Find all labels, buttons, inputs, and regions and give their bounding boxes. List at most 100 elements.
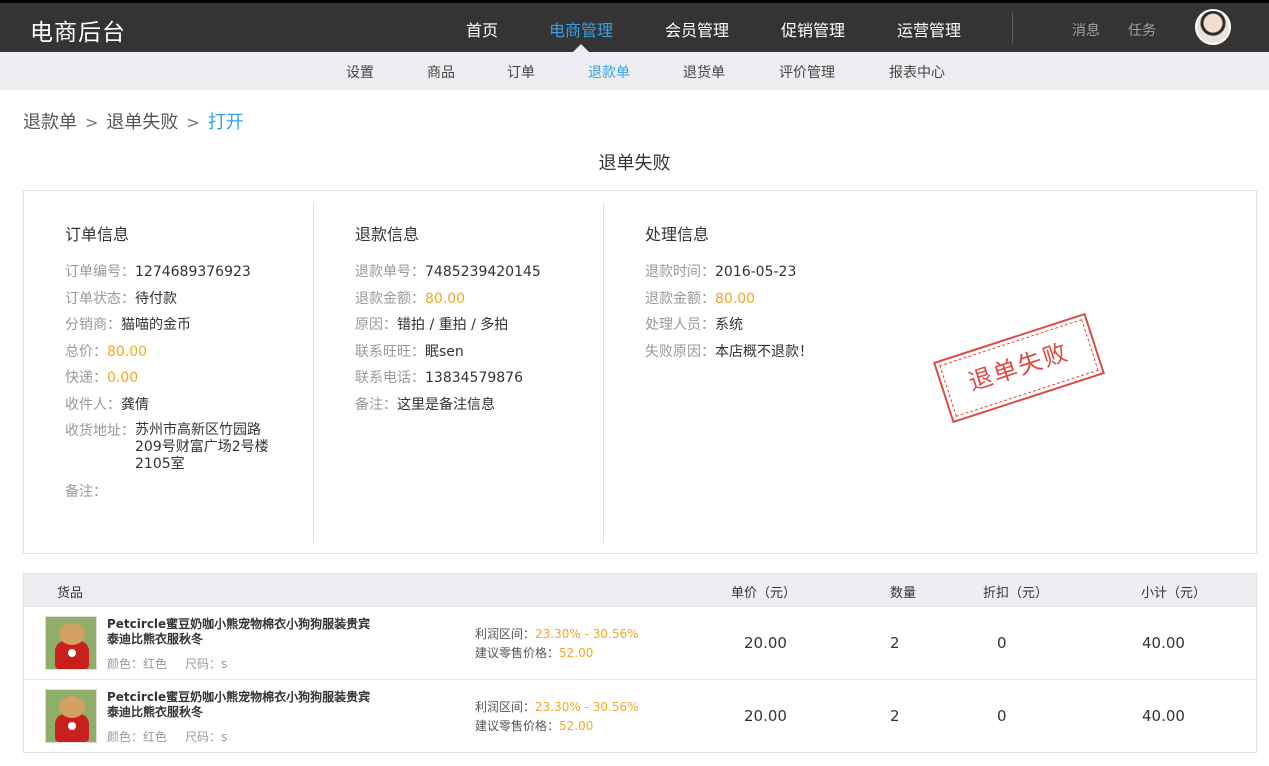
field-label: 备注： bbox=[355, 396, 397, 413]
info-field: 退款金额： 80.00 bbox=[355, 290, 541, 308]
product-size: 尺码：s bbox=[185, 730, 228, 744]
profit-label: 利润区间： bbox=[475, 627, 536, 641]
header-divider bbox=[1012, 12, 1013, 44]
messages-link[interactable]: 消息 bbox=[1072, 20, 1100, 40]
info-field: 退款金额： 80.00 bbox=[645, 290, 813, 308]
nav-item-operations[interactable]: 运营管理 bbox=[897, 17, 961, 41]
order-info-section: 订单信息 订单编号： 1274689376923 订单状态： 待付款 分销商： 猫喵的金币… bbox=[65, 221, 285, 510]
profit-value: 23.30% - 30.56% bbox=[535, 700, 639, 714]
refund-failed-stamp: 退单失败 bbox=[933, 312, 1105, 424]
header-goods: 货品 bbox=[57, 586, 84, 601]
top-bar: 电商后台 首页 电商管理 会员管理 促销管理 运营管理 消息 任务 bbox=[0, 0, 1269, 52]
breadcrumb-item-refund-failed[interactable]: 退单失败 bbox=[106, 112, 178, 133]
active-nav-caret-icon bbox=[573, 44, 589, 52]
order-info-title: 订单信息 bbox=[65, 225, 130, 244]
tasks-link[interactable]: 任务 bbox=[1128, 20, 1156, 40]
nav-item-promotions[interactable]: 促销管理 bbox=[781, 17, 845, 41]
nav-item-members[interactable]: 会员管理 bbox=[665, 17, 729, 41]
product-attributes: 颜色：红色 尺码：s bbox=[107, 655, 227, 672]
field-label: 退款金额： bbox=[645, 290, 715, 307]
profit-value: 23.30% - 30.56% bbox=[535, 627, 639, 641]
table-body: Petcircle蜜豆奶咖小熊宠物棉衣小狗狗服装贵宾泰迪比熊衣服秋冬 颜色：红色尺… bbox=[24, 606, 1256, 752]
dog-body-shape bbox=[55, 714, 89, 742]
refund-info-fields: 退款单号： 7485239420145 退款金额： 80.00 原因： 错拍 / 重拍 /… bbox=[355, 263, 541, 414]
dog-body-shape bbox=[55, 641, 89, 669]
subtotal-cell: 40.00 bbox=[1142, 634, 1185, 652]
discount-cell: 0 bbox=[997, 634, 1007, 652]
info-field: 总价： 80.00 bbox=[65, 343, 285, 361]
field-value: 7485239420145 bbox=[425, 264, 541, 280]
field-label: 收货地址： bbox=[65, 423, 135, 439]
field-label: 失败原因： bbox=[645, 343, 715, 360]
subnav-item-returns[interactable]: 退货单 bbox=[683, 62, 725, 82]
field-value: 本店概不退款！ bbox=[715, 343, 813, 360]
subnav-item-reports[interactable]: 报表中心 bbox=[889, 62, 945, 82]
column-divider bbox=[313, 203, 314, 543]
subnav-item-reviews[interactable]: 评价管理 bbox=[779, 62, 835, 82]
header-unit-price: 单价（元） bbox=[731, 586, 797, 601]
process-info-section: 处理信息 退款时间： 2016-05-23 退款金额： 80.00 处理人员： 系统 失败原… bbox=[645, 221, 813, 369]
field-label: 分销商： bbox=[65, 317, 121, 333]
info-field: 收件人： 龚倩 bbox=[65, 396, 285, 414]
table-header: 货品 单价（元） 数量 折扣（元） 小计（元） bbox=[24, 574, 1256, 606]
order-remark-field: 备注： bbox=[65, 483, 285, 501]
app-logo[interactable]: 电商后台 bbox=[30, 13, 126, 47]
field-value: 苏州市高新区竹园路209号财富广场2号楼2105室 bbox=[135, 422, 269, 472]
nav-item-home[interactable]: 首页 bbox=[466, 17, 498, 41]
field-label: 收件人： bbox=[65, 396, 121, 413]
field-value: 2016-05-23 bbox=[715, 264, 797, 280]
field-value: 80.00 bbox=[715, 290, 756, 307]
dog-head-shape bbox=[59, 696, 85, 718]
info-field: 退款单号： 7485239420145 bbox=[355, 263, 541, 281]
field-label: 订单状态： bbox=[65, 290, 135, 307]
user-avatar[interactable] bbox=[1195, 9, 1231, 45]
field-value: 错拍 / 重拍 / 多拍 bbox=[397, 317, 509, 333]
nav-item-ecommerce[interactable]: 电商管理 bbox=[549, 17, 613, 41]
table-row: Petcircle蜜豆奶咖小熊宠物棉衣小狗狗服装贵宾泰迪比熊衣服秋冬颜色：红色 尺… bbox=[24, 679, 1256, 752]
info-field: 订单状态： 待付款 bbox=[65, 290, 285, 308]
subtotal-cell: 40.00 bbox=[1142, 707, 1185, 725]
column-divider bbox=[603, 203, 604, 543]
profit-info: 利润区间：23.30% - 30.56% 建议零售价格：52.00 bbox=[475, 698, 639, 736]
info-field: 联系旺旺： 眠sen bbox=[355, 343, 541, 361]
header-quantity: 数量 bbox=[890, 586, 917, 601]
retail-value: 52.00 bbox=[559, 646, 594, 660]
field-value: 龚倩 bbox=[121, 396, 149, 413]
breadcrumb: 退款单 > 退单失败 > 打开 bbox=[23, 108, 244, 134]
dog-head-shape bbox=[59, 623, 85, 645]
field-value: 80.00 bbox=[107, 343, 148, 360]
product-size: 尺码：s bbox=[185, 657, 228, 671]
field-value: 80.00 bbox=[425, 290, 466, 307]
order-address-field: 收货地址： 苏州市高新区竹园路209号财富广场2号楼2105室 bbox=[65, 422, 285, 473]
breadcrumb-separator: > bbox=[186, 113, 200, 132]
info-field: 联系电话： 13834579876 bbox=[355, 369, 541, 387]
field-label: 退款单号： bbox=[355, 264, 425, 280]
product-attributes: 颜色：红色 尺码：s bbox=[107, 728, 227, 745]
profit-info: 利润区间：23.30% - 30.56% 建议零售价格：52.00 bbox=[475, 625, 639, 663]
subnav-item-orders[interactable]: 订单 bbox=[507, 62, 535, 82]
subnav-item-products[interactable]: 商品 bbox=[427, 62, 455, 82]
field-label: 联系旺旺： bbox=[355, 343, 425, 360]
product-color: 颜色：红色 bbox=[107, 657, 168, 671]
info-field: 处理人员： 系统 bbox=[645, 316, 813, 334]
field-label: 总价： bbox=[65, 343, 107, 360]
field-value: 猫喵的金币 bbox=[121, 317, 191, 333]
profit-label: 利润区间： bbox=[475, 700, 536, 714]
field-label: 处理人员： bbox=[645, 317, 715, 333]
header-discount: 折扣（元） bbox=[983, 586, 1049, 601]
product-name[interactable]: Petcircle蜜豆奶咖小熊宠物棉衣小狗狗服装贵宾泰迪比熊衣服秋冬 bbox=[107, 617, 377, 647]
field-label: 快递： bbox=[65, 370, 107, 386]
subnav-item-settings[interactable]: 设置 bbox=[346, 62, 374, 82]
product-thumbnail[interactable] bbox=[45, 616, 97, 670]
product-color: 颜色：红色 bbox=[107, 730, 168, 744]
refund-info-title: 退款信息 bbox=[355, 225, 420, 244]
product-thumbnail[interactable] bbox=[45, 689, 97, 743]
breadcrumb-item-refunds[interactable]: 退款单 bbox=[23, 112, 77, 133]
info-field: 退款时间： 2016-05-23 bbox=[645, 263, 813, 281]
subnav-item-refunds[interactable]: 退款单 bbox=[588, 62, 630, 82]
quantity-cell: 2 bbox=[890, 634, 900, 652]
product-name[interactable]: Petcircle蜜豆奶咖小熊宠物棉衣小狗狗服装贵宾泰迪比熊衣服秋冬 bbox=[107, 690, 377, 720]
info-field: 分销商： 猫喵的金币 bbox=[65, 316, 285, 334]
unit-price-cell: 20.00 bbox=[744, 707, 787, 725]
field-value: 0.00 bbox=[107, 370, 139, 386]
